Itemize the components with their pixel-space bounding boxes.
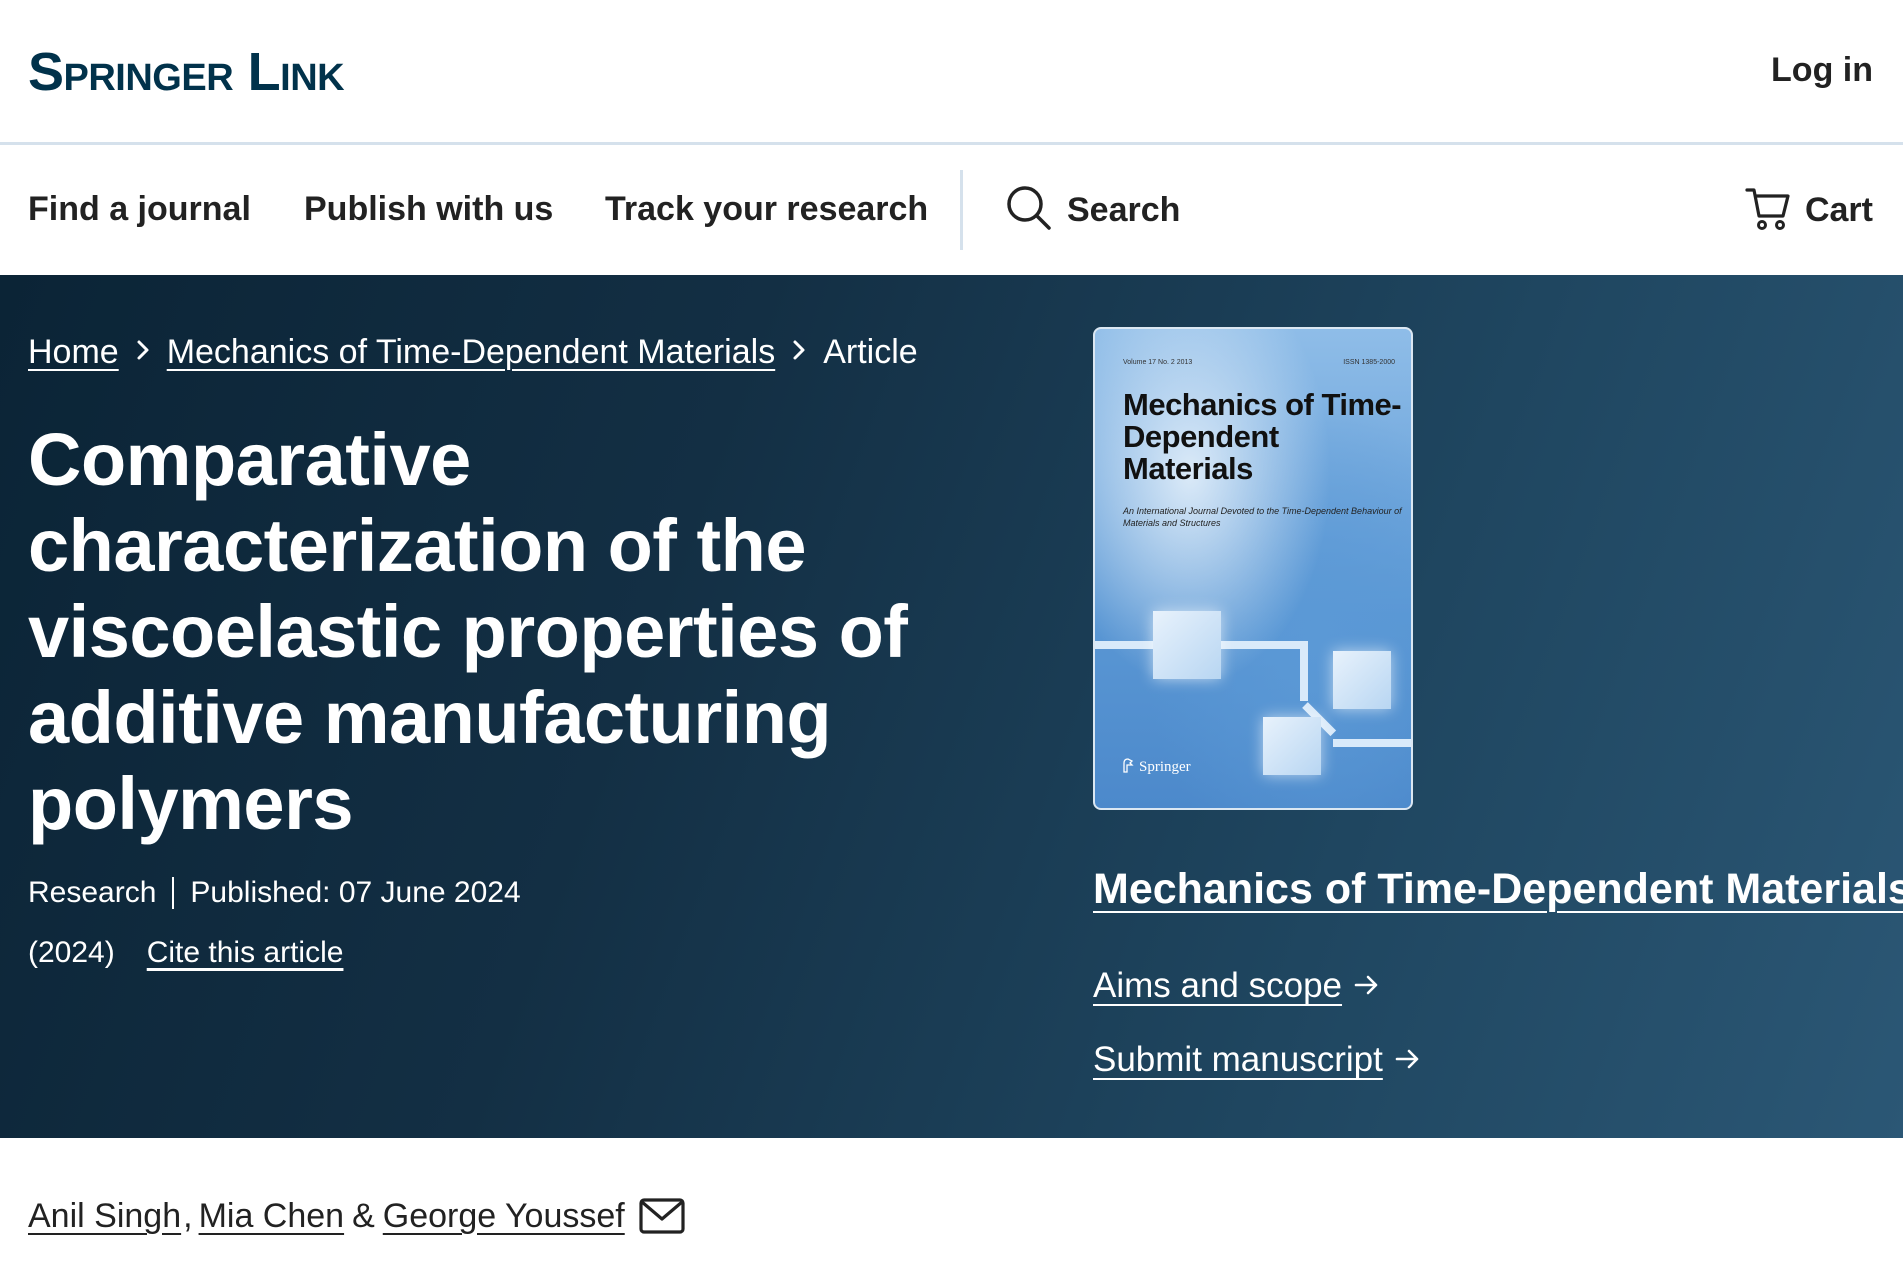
article-meta: Research Published: 07 June 2024 <box>28 873 521 913</box>
submit-manuscript-label: Submit manuscript <box>1093 1040 1383 1079</box>
cover-decoration <box>1263 717 1321 775</box>
nav-track-your-research[interactable]: Track your research <box>605 188 928 230</box>
cart-icon <box>1745 184 1791 237</box>
cover-decoration <box>1333 651 1391 709</box>
cover-publisher-name: Springer <box>1139 759 1191 775</box>
springer-horse-icon <box>1121 757 1135 778</box>
author-link[interactable]: George Youssef <box>383 1194 625 1238</box>
cover-decoration <box>1300 641 1308 701</box>
cite-this-article-link[interactable]: Cite this article <box>147 933 344 973</box>
breadcrumb-journal[interactable]: Mechanics of Time-Dependent Materials <box>167 331 776 373</box>
arrow-right-icon <box>1354 964 1380 1008</box>
breadcrumb-home[interactable]: Home <box>28 331 119 373</box>
cover-title: Mechanics of Time-Dependent Materials <box>1123 387 1402 486</box>
cart-button[interactable]: Cart <box>1745 184 1873 236</box>
chevron-right-icon <box>135 331 151 373</box>
breadcrumb: Home Mechanics of Time-Dependent Materia… <box>28 331 918 373</box>
published-date: Published: 07 June 2024 <box>190 876 521 909</box>
envelope-icon[interactable] <box>639 1197 685 1235</box>
meta-divider <box>172 877 175 909</box>
submit-manuscript-link[interactable]: Submit manuscript <box>1093 1038 1421 1082</box>
journal-title-link[interactable]: Mechanics of Time-Dependent Materials <box>1093 863 1903 915</box>
springer-link-logo[interactable]: Springer Link <box>28 40 345 104</box>
author-separator: & <box>352 1197 375 1235</box>
article-citation: (2024) Cite this article <box>28 933 343 973</box>
article-hero: Home Mechanics of Time-Dependent Materia… <box>0 275 1903 1138</box>
search-label: Search <box>1067 190 1181 229</box>
cover-publisher: Springer <box>1121 757 1191 778</box>
search-icon <box>1005 184 1053 237</box>
cover-issn: ISSN 1385-2000 <box>1343 359 1395 366</box>
search-button[interactable]: Search <box>1005 184 1180 236</box>
author-link[interactable]: Anil Singh <box>28 1194 181 1238</box>
arrow-right-icon <box>1395 1038 1421 1082</box>
main-nav: Find a journal Publish with us Track you… <box>0 148 1903 275</box>
article-year: (2024) <box>28 936 115 969</box>
cover-subtitle: An International Journal Devoted to the … <box>1123 506 1402 528</box>
author-list: Anil Singh , Mia Chen & George Youssef <box>28 1194 685 1238</box>
article-type: Research <box>28 876 157 909</box>
nav-find-a-journal[interactable]: Find a journal <box>28 188 251 230</box>
nav-divider <box>960 170 963 250</box>
article-title: Comparative characterization of the visc… <box>28 418 908 845</box>
author-link[interactable]: Mia Chen <box>199 1194 345 1238</box>
breadcrumb-current: Article <box>823 333 918 371</box>
aims-and-scope-label: Aims and scope <box>1093 966 1343 1005</box>
aims-and-scope-link[interactable]: Aims and scope <box>1093 964 1380 1008</box>
cart-label: Cart <box>1804 190 1873 229</box>
chevron-right-icon <box>791 331 807 373</box>
cover-volume: Volume 17 No. 2 2013 <box>1123 359 1193 366</box>
journal-cover[interactable]: Volume 17 No. 2 2013 ISSN 1385-2000 Mech… <box>1093 327 1413 810</box>
top-header: Springer Link Log in <box>0 0 1903 145</box>
cover-decoration <box>1333 739 1411 747</box>
nav-publish-with-us[interactable]: Publish with us <box>304 188 553 230</box>
author-separator: , <box>183 1197 193 1235</box>
cover-decoration <box>1153 611 1221 679</box>
login-link[interactable]: Log in <box>1771 50 1873 90</box>
